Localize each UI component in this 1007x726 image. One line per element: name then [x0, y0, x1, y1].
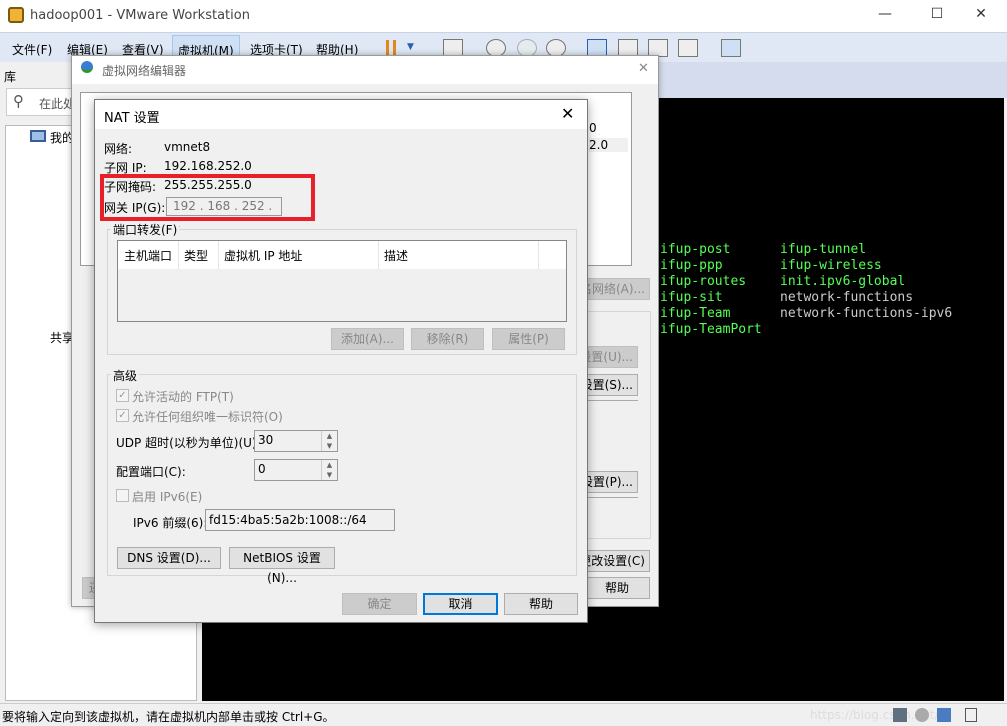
network-label: 网络: — [104, 142, 133, 156]
maximize-button[interactable]: ☐ — [922, 6, 952, 22]
dns-settings-button[interactable]: DNS 设置(D)... — [117, 547, 221, 569]
spin-down-icon[interactable]: ▼ — [321, 441, 337, 451]
udp-timeout-value: 30 — [258, 433, 274, 447]
hard-disk-icon[interactable] — [893, 708, 907, 722]
vne-title: 虚拟网络编辑器 — [102, 64, 187, 78]
allow-oui-checkbox[interactable]: ✓ — [116, 409, 129, 422]
help-button[interactable]: 帮助 — [504, 593, 578, 615]
nat-close-button[interactable]: ✕ — [561, 104, 574, 123]
allow-ftp-label: 允许活动的 FTP(T) — [132, 390, 234, 404]
cancel-button[interactable]: 取消 — [423, 593, 498, 615]
remove-port-button[interactable]: 移除(R) — [411, 328, 484, 350]
allow-oui-label: 允许任何组织唯一标识符(O) — [132, 410, 283, 424]
terminal-line: ifup-wireless — [780, 258, 882, 273]
terminal-line: network-functions-ipv6 — [780, 306, 953, 321]
terminal-line: ifup-TeamPort — [660, 322, 762, 337]
window-title: hadoop001 - VMware Workstation — [30, 8, 250, 23]
column-vm-ip[interactable]: 虚拟机 IP 地址 — [224, 247, 302, 264]
search-icon: ⚲ — [13, 92, 24, 110]
terminal-line: network-functions — [780, 290, 914, 305]
column-type[interactable]: 类型 — [184, 247, 208, 264]
nat-title-bar: NAT 设置 ✕ — [95, 100, 587, 129]
table-cell: 2.0 — [589, 138, 629, 152]
search-placeholder: 在此处 — [39, 97, 76, 111]
vne-close-button[interactable]: ✕ — [638, 61, 649, 76]
message-icon[interactable] — [965, 708, 977, 722]
highlight-box — [100, 174, 315, 221]
port-properties-button[interactable]: 属性(P) — [492, 328, 565, 350]
network-globe-icon — [81, 61, 93, 73]
network-value: vmnet8 — [164, 140, 211, 154]
vmware-logo-icon — [8, 7, 24, 23]
close-button[interactable]: ✕ — [966, 6, 996, 22]
library-title: 库 — [4, 70, 17, 84]
config-port-value: 0 — [258, 462, 266, 476]
ipv6-prefix-label: IPv6 前缀(6): — [133, 516, 208, 530]
port-forwarding-label: 端口转发(F) — [111, 221, 180, 238]
nat-title: NAT 设置 — [104, 111, 160, 126]
enable-ipv6-checkbox[interactable] — [116, 489, 129, 502]
cd-icon[interactable] — [915, 708, 929, 722]
add-port-button[interactable]: 添加(A)... — [331, 328, 404, 350]
subnet-ip-value: 192.168.252.0 — [164, 159, 252, 173]
terminal-line: ifup-post — [660, 242, 731, 257]
table-cell: 0 — [589, 121, 597, 135]
console-view-icon[interactable] — [721, 39, 741, 57]
column-host-port[interactable]: 主机端口 — [124, 247, 172, 264]
table-header: 主机端口 类型 虚拟机 IP 地址 描述 — [118, 241, 566, 269]
ok-button[interactable]: 确定 — [342, 593, 417, 615]
chevron-down-icon[interactable]: ▼ — [407, 42, 414, 52]
network-icon[interactable] — [937, 708, 951, 722]
spin-up-icon[interactable]: ▲ — [321, 460, 337, 470]
netbios-settings-button[interactable]: NetBIOS 设置(N)... — [229, 547, 335, 585]
nat-settings-dialog: NAT 设置 ✕ 网络: vmnet8 子网 IP: 192.168.252.0… — [94, 99, 588, 623]
udp-timeout-stepper[interactable]: 30 ▲ ▼ — [254, 430, 338, 452]
config-port-label: 配置端口(C): — [116, 465, 186, 479]
enable-ipv6-label: 启用 IPv6(E) — [132, 490, 203, 504]
terminal-line: ifup-routes — [660, 274, 747, 289]
advanced-label: 高级 — [111, 367, 140, 384]
udp-timeout-label: UDP 超时(以秒为单位)(U): — [116, 436, 261, 450]
terminal-line: ifup-sit — [660, 290, 723, 305]
minimize-button[interactable]: — — [870, 6, 900, 22]
ipv6-prefix-input[interactable]: fd15:4ba5:5a2b:1008::/64 — [205, 509, 395, 531]
spin-down-icon[interactable]: ▼ — [321, 470, 337, 480]
spin-up-icon[interactable]: ▲ — [321, 431, 337, 441]
title-bar: hadoop001 - VMware Workstation — ☐ ✕ — [0, 0, 1007, 32]
terminal-line: ifup-Team — [660, 306, 731, 321]
port-forwarding-table[interactable]: 主机端口 类型 虚拟机 IP 地址 描述 — [117, 240, 567, 322]
computer-icon — [30, 130, 46, 142]
terminal-line: init.ipv6-global — [780, 274, 906, 289]
terminal-line: ifup-tunnel — [780, 242, 867, 257]
status-bar: 要将输入定向到该虚拟机，请在虚拟机内部单击或按 Ctrl+G。 https://… — [0, 703, 1007, 726]
pause-icon[interactable] — [386, 40, 396, 56]
menu-file[interactable]: 文件(F) — [12, 41, 52, 58]
terminal-line: ifup-ppp — [660, 258, 723, 273]
unity-icon[interactable] — [678, 39, 698, 57]
config-port-stepper[interactable]: 0 ▲ ▼ — [254, 459, 338, 481]
status-text: 要将输入定向到该虚拟机，请在虚拟机内部单击或按 Ctrl+G。 — [2, 710, 335, 724]
column-description[interactable]: 描述 — [384, 247, 408, 264]
allow-ftp-checkbox[interactable]: ✓ — [116, 389, 129, 402]
vne-title-bar: 虚拟网络编辑器 ✕ — [72, 56, 658, 84]
